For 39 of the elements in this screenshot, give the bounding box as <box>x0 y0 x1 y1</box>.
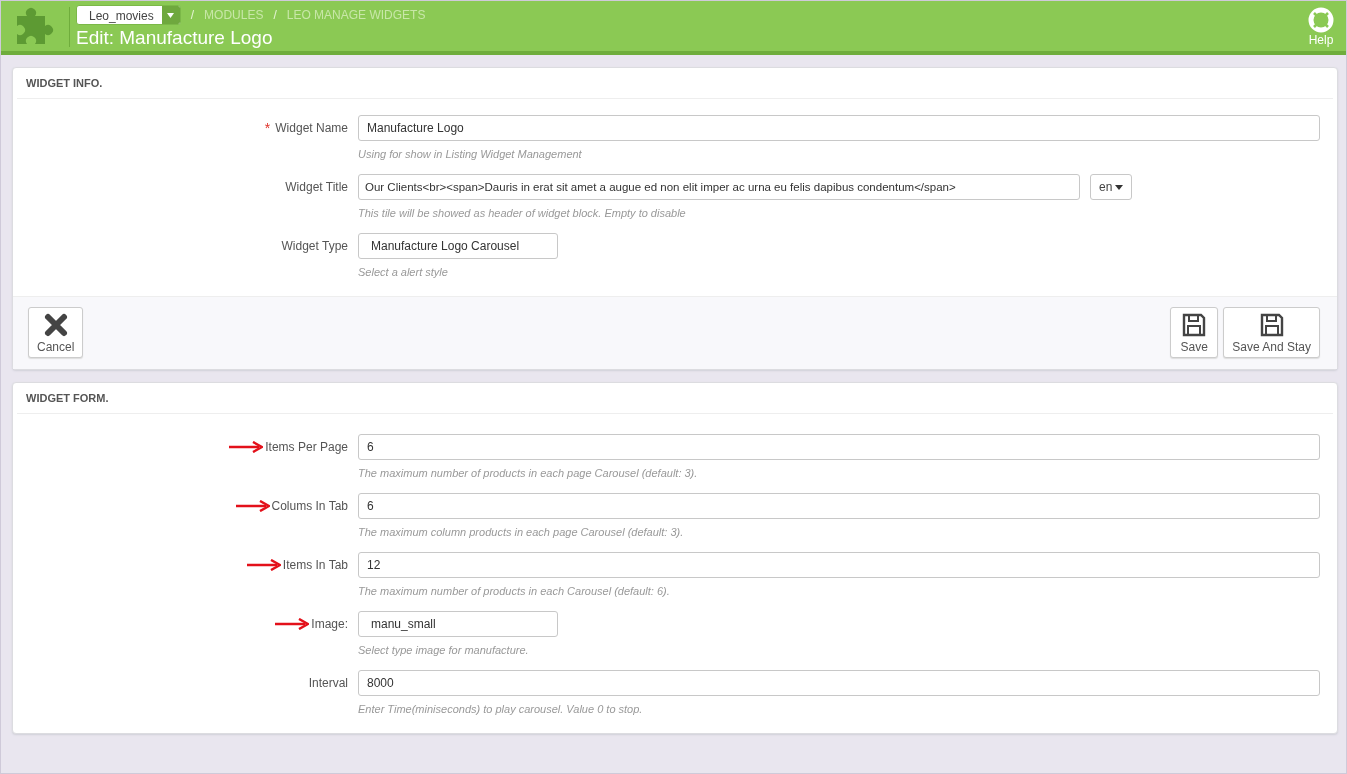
panel-heading: WIDGET INFO. <box>17 68 1333 99</box>
breadcrumb-separator: / <box>190 8 195 22</box>
lifebuoy-icon <box>1308 7 1334 33</box>
text-field[interactable]: 6 <box>358 434 1320 460</box>
help-text: The maximum column products in each page Carousel (default: 3). <box>358 525 685 540</box>
field-label: Widget Title <box>285 180 348 194</box>
required-asterisk: * <box>264 120 271 136</box>
help-text: The maximum number of products in each Carousel (default: 6). <box>358 584 671 599</box>
panel-heading: WIDGET FORM. <box>17 383 1333 414</box>
field-label: Widget Name <box>275 121 348 135</box>
field-label: Image: <box>311 617 348 631</box>
text-field[interactable]: 8000 <box>358 670 1320 696</box>
field-label: Items Per Page <box>265 440 348 454</box>
caret-icon <box>167 12 175 18</box>
field-label: Interval <box>308 676 348 690</box>
select-field[interactable]: manu_small <box>358 611 558 637</box>
text-field[interactable]: 12 <box>358 552 1320 578</box>
select-field[interactable]: Manufacture Logo Carousel <box>358 233 558 259</box>
text-field[interactable]: Manufacture Logo <box>358 115 1320 141</box>
text-field[interactable]: Our Clients<br><span>Dauris in erat sit amet a augue ed non elit imper ac urna eu felis dapibus condentum</span> <box>358 174 1080 200</box>
save-button[interactable]: Save <box>1170 307 1219 358</box>
breadcrumb-separator: / <box>273 8 277 22</box>
language-dropdown[interactable]: en <box>1090 174 1133 200</box>
help-text: This tile will be showed as header of widget block. Empty to disable <box>358 206 687 221</box>
text-field[interactable]: 6 <box>358 493 1320 519</box>
caret-icon <box>1115 184 1124 190</box>
help-text: Enter Time(miniseconds) to play carousel. Value 0 to stop. <box>358 702 644 717</box>
page-title: Edit: Manufacture Logo <box>76 27 274 49</box>
shop-selector[interactable]: Leo_movies <box>76 5 181 25</box>
cancel-button[interactable]: Cancel <box>28 307 84 358</box>
help-text: Using for show in Listing Widget Management <box>358 147 583 162</box>
help-text: Select a alert style <box>358 265 449 280</box>
field-label: Widget Type <box>281 239 348 253</box>
field-label: Items In Tab <box>282 558 348 572</box>
help-text: Select type image for manufacture. <box>358 643 530 658</box>
help-text: The maximum number of products in each page Carousel (default: 3). <box>358 466 699 481</box>
field-label: Colums In Tab <box>271 499 348 513</box>
save-button[interactable]: Save And Stay <box>1223 307 1320 358</box>
close-icon <box>42 312 69 338</box>
